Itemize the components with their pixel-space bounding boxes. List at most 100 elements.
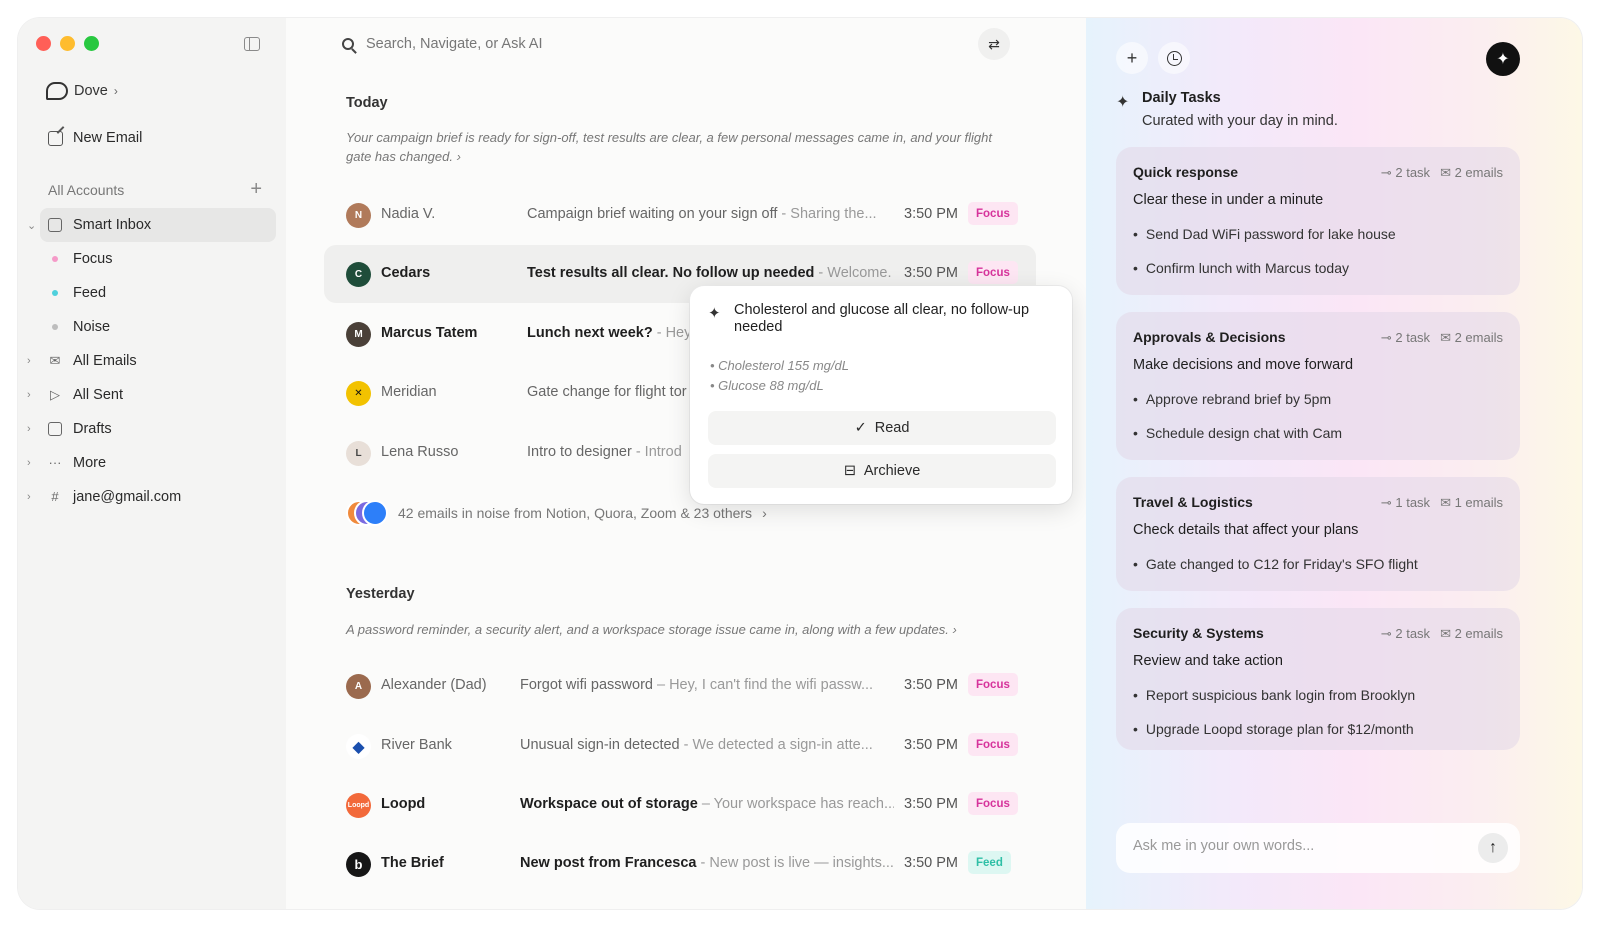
chevron-right-icon[interactable]: ›: [27, 491, 31, 503]
task-card-title: Travel & Logistics: [1133, 494, 1253, 510]
add-account-icon[interactable]: +: [250, 179, 262, 199]
ask-ai-input[interactable]: Ask me in your own words...: [1133, 838, 1314, 854]
task-card-title: Security & Systems: [1133, 625, 1264, 641]
avatar: M: [346, 322, 371, 347]
search-input[interactable]: Search, Navigate, or Ask AI: [366, 36, 543, 52]
accounts-header-label: All Accounts: [48, 182, 125, 198]
task-item[interactable]: Confirm lunch with Marcus today: [1133, 261, 1396, 295]
sidebar-item-smart-inbox[interactable]: ⌄ Smart Inbox: [27, 208, 276, 242]
mark-read-button[interactable]: ✓ Read: [708, 411, 1056, 445]
chevron-right-icon[interactable]: ›: [27, 457, 31, 469]
email-time: 3:50 PM: [904, 206, 958, 222]
email-preview: – Your workspace has reach...: [697, 796, 894, 812]
chevron-right-icon[interactable]: ›: [27, 423, 31, 435]
avatar: [362, 500, 388, 526]
task-icon: ⊸: [1380, 626, 1396, 641]
task-card-title: Quick response: [1133, 164, 1239, 180]
popover-detail: • Glucose 88 mg/dL: [710, 378, 824, 393]
plus-icon: +: [1126, 47, 1138, 68]
yesterday-summary[interactable]: A password reminder, a security alert, a…: [346, 620, 1016, 639]
sidebar-item-more[interactable]: › ··· More: [18, 446, 286, 480]
avatar: ✕: [346, 381, 371, 406]
popover-detail: • Cholesterol 155 mg/dL: [710, 358, 849, 373]
focus-dot-icon: [52, 256, 58, 262]
task-card-meta: ⊸ 2 task ✉ 2 emails: [1381, 626, 1503, 642]
envelope-icon: ✉: [1440, 495, 1455, 510]
new-chat-button[interactable]: +: [1116, 42, 1148, 74]
ask-ai-box[interactable]: Ask me in your own words... ↑: [1116, 823, 1520, 873]
task-item[interactable]: Upgrade Loopd storage plan for $12/month: [1133, 722, 1415, 756]
minimize-window-button[interactable]: [60, 36, 75, 51]
window-controls: [36, 36, 99, 51]
chevron-down-icon[interactable]: ⌄: [27, 219, 36, 232]
new-email-button[interactable]: New Email: [48, 130, 142, 146]
email-sender: Cedars: [381, 265, 431, 281]
chevron-right-icon[interactable]: ›: [27, 389, 31, 401]
task-item[interactable]: Approve rebrand brief by 5pm: [1133, 392, 1342, 426]
sidebar-item-focus[interactable]: Focus: [18, 242, 286, 276]
status-badge: Focus: [968, 792, 1018, 815]
email-row[interactable]: A Alexander (Dad) Forgot wifi password –…: [324, 657, 1036, 715]
close-window-button[interactable]: [36, 36, 51, 51]
email-time: 3:50 PM: [904, 855, 958, 871]
noise-summary-text: 42 emails in noise from Notion, Quora, Z…: [398, 505, 753, 521]
send-button[interactable]: ↑: [1478, 833, 1508, 863]
email-preview: - Hey: [652, 325, 692, 341]
status-badge: Focus: [968, 202, 1018, 225]
email-sender: Nadia V.: [381, 206, 436, 222]
task-list: Gate changed to C12 for Friday's SFO fli…: [1133, 557, 1418, 591]
zoom-window-button[interactable]: [84, 36, 99, 51]
sidebar-item-noise[interactable]: Noise: [18, 310, 286, 344]
email-count: 2 emails: [1454, 165, 1503, 180]
task-item[interactable]: Report suspicious bank login from Brookl…: [1133, 688, 1415, 722]
email-row[interactable]: N Nadia V. Campaign brief waiting on you…: [324, 186, 1036, 244]
sparkle-icon: ✦: [708, 305, 721, 322]
account-switcher[interactable]: Dove ›: [46, 82, 118, 100]
task-card-travel[interactable]: Travel & Logistics ⊸ 1 task ✉ 1 emails C…: [1116, 477, 1520, 591]
email-sender: River Bank: [381, 737, 452, 753]
task-item[interactable]: Gate changed to C12 for Friday's SFO fli…: [1133, 557, 1418, 591]
sidebar-toggle-icon[interactable]: [244, 37, 260, 51]
search-bar[interactable]: Search, Navigate, or Ask AI: [342, 34, 982, 54]
daily-tasks-subtitle: Curated with your day in mind.: [1142, 113, 1338, 129]
email-row[interactable]: Loopd Loopd Workspace out of storage – Y…: [324, 776, 1036, 834]
email-preview: - We detected a sign-in atte...: [679, 737, 873, 753]
sidebar-item-label: jane@gmail.com: [73, 489, 182, 505]
sidebar-item-label: Smart Inbox: [73, 217, 152, 233]
email-subject: Lunch next week?: [527, 325, 653, 341]
archive-button[interactable]: ⊟ Archieve: [708, 454, 1056, 488]
email-subject: New post from Francesca: [520, 855, 697, 871]
sidebar-item-all-sent[interactable]: › ▷ All Sent: [18, 378, 286, 412]
task-list: Report suspicious bank login from Brookl…: [1133, 688, 1415, 756]
history-button[interactable]: [1158, 42, 1190, 74]
avatar: Loopd: [346, 793, 371, 818]
email-summary: Forgot wifi password – Hey, I can't find…: [520, 677, 894, 693]
task-item[interactable]: Schedule design chat with Cam: [1133, 426, 1342, 460]
today-summary[interactable]: Your campaign brief is ready for sign-of…: [346, 128, 1016, 166]
email-sender: Meridian: [381, 384, 437, 400]
accounts-header: All Accounts +: [48, 179, 262, 199]
task-item[interactable]: Send Dad WiFi password for lake house: [1133, 227, 1396, 261]
email-preview: - New post is live — insights...: [696, 855, 894, 871]
more-icon: ···: [48, 455, 62, 470]
email-row[interactable]: ◆ River Bank Unusual sign-in detected - …: [324, 717, 1036, 775]
filter-button[interactable]: ⇄: [978, 28, 1010, 60]
task-count: 1 task: [1395, 495, 1431, 510]
email-sender: Marcus Tatem: [381, 325, 478, 341]
avatar: A: [346, 674, 371, 699]
task-card-security[interactable]: Security & Systems ⊸ 2 task ✉ 2 emails R…: [1116, 608, 1520, 750]
task-card-approvals[interactable]: Approvals & Decisions ⊸ 2 task ✉ 2 email…: [1116, 312, 1520, 460]
sidebar-item-drafts[interactable]: › Drafts: [18, 412, 286, 446]
ai-assistant-button[interactable]: ✦: [1486, 42, 1520, 76]
sidebar-item-account[interactable]: › # jane@gmail.com: [18, 480, 286, 514]
email-row[interactable]: b The Brief New post from Francesca - Ne…: [324, 835, 1036, 893]
email-sender: Loopd: [381, 796, 426, 812]
sidebar-item-all-emails[interactable]: › ✉ All Emails: [18, 344, 286, 378]
sidebar-item-feed[interactable]: Feed: [18, 276, 286, 310]
task-card-quick-response[interactable]: Quick response ⊸ 2 task ✉ 2 emails Clear…: [1116, 147, 1520, 295]
clock-icon: [1166, 50, 1182, 66]
envelope-icon: ✉: [1440, 165, 1455, 180]
chevron-right-icon[interactable]: ›: [27, 355, 31, 367]
email-preview: - Introd: [631, 444, 682, 460]
task-icon: ⊸: [1380, 330, 1396, 345]
